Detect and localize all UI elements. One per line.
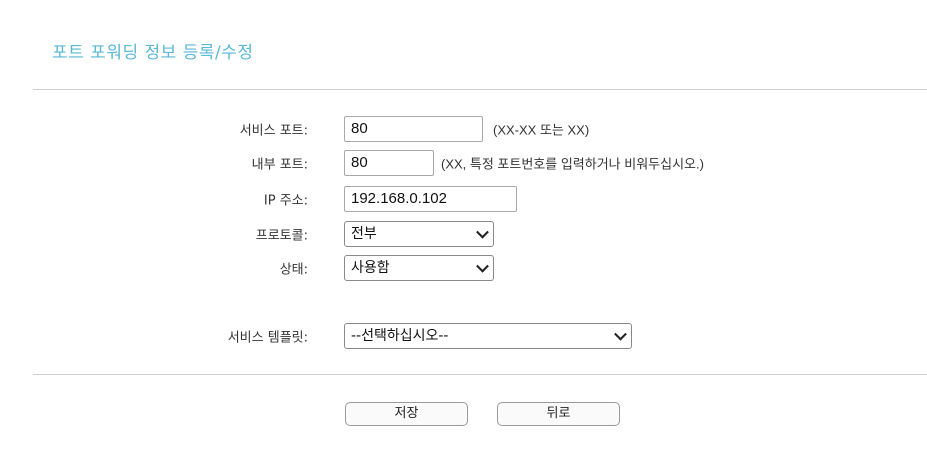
service-template-label: 서비스 템플릿: [227, 330, 308, 346]
service-port-row: 서비스 포트: 80 (XX-XX 또는 XX) [0, 116, 927, 142]
status-select[interactable]: 사용함 [344, 255, 494, 281]
ip-address-input[interactable]: 192.168.0.102 [344, 186, 517, 212]
ip-address-row: IP 주소: 192.168.0.102 [0, 186, 927, 212]
protocol-row: 프로토콜: 전부 [0, 221, 927, 247]
page-title: 포트 포워딩 정보 등록/수정 [52, 43, 254, 63]
service-port-input[interactable]: 80 [344, 116, 483, 142]
internal-port-input[interactable]: 80 [344, 150, 434, 176]
internal-port-row: 내부 포트: 80 (XX, 특정 포트번호를 입력하거나 비워두십시오.) [0, 150, 927, 176]
protocol-selected-value: 전부 [351, 226, 377, 242]
service-template-selected-value: --선택하십시오-- [351, 328, 449, 344]
service-template-row: 서비스 템플릿: --선택하십시오-- [0, 323, 927, 349]
status-row: 상태: 사용함 [0, 255, 927, 281]
back-button[interactable]: 뒤로 [497, 402, 620, 426]
service-template-select[interactable]: --선택하십시오-- [344, 323, 632, 349]
divider-bottom [33, 374, 927, 375]
ip-address-label: IP 주소: [263, 193, 308, 209]
protocol-select[interactable]: 전부 [344, 221, 494, 247]
protocol-label: 프로토콜: [255, 228, 308, 244]
chevron-down-icon [476, 225, 489, 239]
internal-port-hint: (XX, 특정 포트번호를 입력하거나 비워두십시오.) [441, 156, 704, 172]
service-port-hint: (XX-XX 또는 XX) [493, 122, 590, 138]
service-port-label: 서비스 포트: [239, 123, 308, 139]
status-selected-value: 사용함 [351, 260, 390, 276]
divider-top [33, 89, 927, 90]
chevron-down-icon [614, 327, 627, 341]
status-label: 상태: [279, 262, 308, 278]
save-button[interactable]: 저장 [345, 402, 468, 426]
internal-port-label: 내부 포트: [251, 157, 308, 173]
chevron-down-icon [476, 259, 489, 273]
